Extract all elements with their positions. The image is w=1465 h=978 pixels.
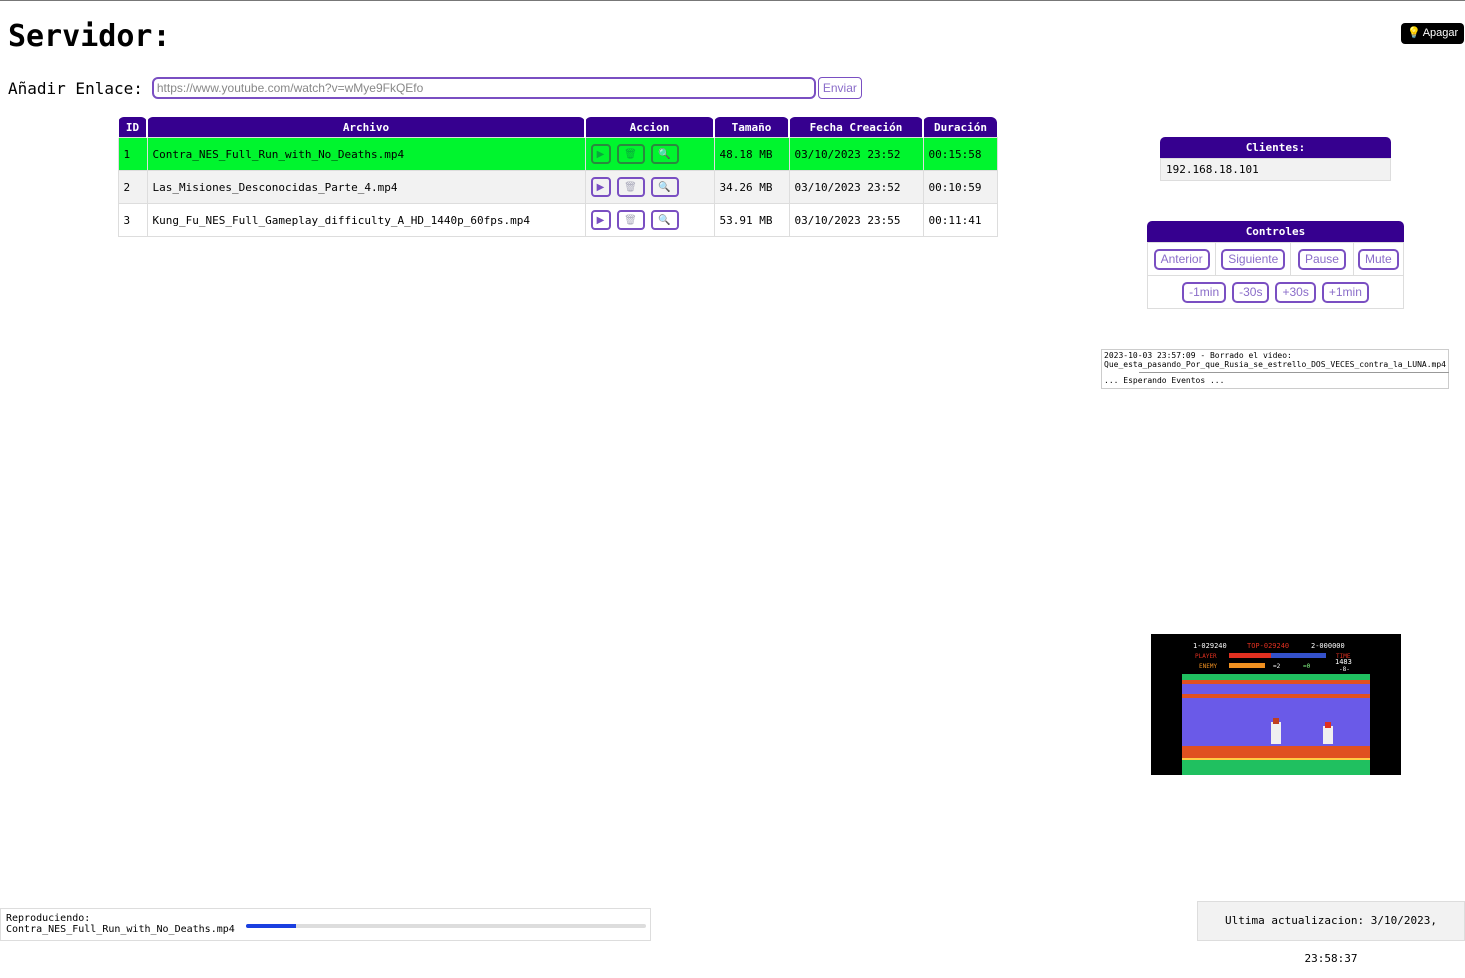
delete-button[interactable]: 🗑 xyxy=(616,177,645,197)
cell-id: 1 xyxy=(117,137,148,171)
hud-player-label: PLAYER xyxy=(1195,653,1217,660)
log-entry-line: Que_esta_pasando_Por_que_Rusia_se_estrel… xyxy=(1104,360,1446,369)
cell-size: 48.18 MB xyxy=(713,137,790,171)
now-playing-label: Reproduciendo: xyxy=(6,913,91,924)
delete-button[interactable]: 🗑 xyxy=(616,144,645,164)
client-item: 192.168.18.101 xyxy=(1160,158,1391,181)
play-icon: ▶ xyxy=(596,148,605,160)
table-row[interactable]: 3 Kung_Fu_NES_Full_Gameplay_difficulty_A… xyxy=(117,203,998,237)
col-header-created[interactable]: Fecha Creación xyxy=(788,117,923,138)
now-playing-text: Reproduciendo: Contra_NES_Full_Run_with_… xyxy=(6,913,235,935)
files-table: ID Archivo Accion Tamaño Fecha Creación … xyxy=(117,117,998,237)
play-button[interactable]: ▶ xyxy=(590,210,611,230)
log-waiting: ... Esperando Eventos ... xyxy=(1104,376,1225,385)
add-link-label: Añadir Enlace: xyxy=(8,78,143,98)
next-button[interactable]: Siguiente xyxy=(1221,248,1286,270)
seek-forward-30s-button[interactable]: +30s xyxy=(1275,281,1316,303)
cell-actions: ▶ 🗑 🔍 xyxy=(584,137,715,171)
magnifier-icon: 🔍 xyxy=(658,214,671,226)
cell-actions: ▶ 🗑 🔍 xyxy=(584,170,715,204)
controls-row-playback: Anterior Siguiente Pause Mute xyxy=(1147,242,1404,276)
clients-panel: Clientes: 192.168.18.101 xyxy=(1160,137,1391,181)
play-icon: ▶ xyxy=(596,181,605,193)
col-header-file[interactable]: Archivo xyxy=(146,117,585,138)
hud-enemy-label: ENEMY xyxy=(1199,663,1217,670)
cell-created: 03/10/2023 23:55 xyxy=(788,203,924,237)
send-button[interactable]: Enviar xyxy=(817,77,862,99)
link-input[interactable] xyxy=(151,77,816,99)
table-row[interactable]: 2 Las_Misiones_Desconocidas_Parte_4.mp4 … xyxy=(117,170,998,204)
playback-progress[interactable] xyxy=(246,924,646,928)
search-button[interactable]: 🔍 xyxy=(650,210,679,230)
hud-dragons: =0 xyxy=(1303,663,1311,670)
search-button[interactable]: 🔍 xyxy=(650,177,679,197)
cell-created: 03/10/2023 23:52 xyxy=(788,137,924,171)
power-off-label: Apagar xyxy=(1422,27,1459,39)
magnifier-icon: 🔍 xyxy=(658,181,671,193)
previous-button[interactable]: Anterior xyxy=(1153,248,1210,270)
cell-file: Las_Misiones_Desconocidas_Parte_4.mp4 xyxy=(146,170,586,204)
search-button[interactable]: 🔍 xyxy=(650,144,679,164)
seek-back-30s-button[interactable]: -30s xyxy=(1232,281,1270,303)
cell-actions: ▶ 🗑 🔍 xyxy=(584,203,715,237)
trash-icon: 🗑 xyxy=(624,148,637,160)
hud-top-score: TOP-029240 xyxy=(1247,642,1289,650)
playback-progress-fill xyxy=(246,924,296,928)
log-separator xyxy=(1139,372,1449,373)
page-title: Servidor: xyxy=(8,19,171,54)
seek-back-1min-button[interactable]: -1min xyxy=(1182,281,1227,303)
delete-button[interactable]: 🗑 xyxy=(616,210,645,230)
play-icon: ▶ xyxy=(596,214,605,226)
trash-icon: 🗑 xyxy=(624,214,637,226)
cell-duration: 00:10:59 xyxy=(922,170,998,204)
event-log: 2023-10-03 23:57:09 - Borrado el video: … xyxy=(1101,349,1449,389)
controls-title: Controles xyxy=(1147,221,1404,242)
seek-forward-1min-button[interactable]: +1min xyxy=(1321,281,1369,303)
col-header-action[interactable]: Accion xyxy=(584,117,714,138)
power-off-button[interactable]: 💡 Apagar xyxy=(1401,23,1465,44)
lightbulb-icon: 💡 xyxy=(1407,27,1421,39)
video-preview: 1-029240 TOP-029240 2-000000 PLAYER ENEM… xyxy=(1151,634,1401,775)
cell-duration: 00:15:58 xyxy=(922,137,998,171)
now-playing-file: Contra_NES_Full_Run_with_No_Deaths.mp4 xyxy=(6,924,235,935)
clients-title: Clientes: xyxy=(1160,137,1391,158)
cell-file: Contra_NES_Full_Run_with_No_Deaths.mp4 xyxy=(146,137,586,171)
cell-created: 03/10/2023 23:52 xyxy=(788,170,924,204)
table-row[interactable]: 1 Contra_NES_Full_Run_with_No_Deaths.mp4… xyxy=(117,137,998,171)
controls-panel: Controles Anterior Siguiente Pause Mute … xyxy=(1147,221,1404,309)
cell-size: 34.26 MB xyxy=(713,170,790,204)
trash-icon: 🗑 xyxy=(624,181,637,193)
col-header-duration[interactable]: Duración xyxy=(922,117,997,138)
add-link-form: Añadir Enlace: Enviar xyxy=(8,77,862,99)
play-button[interactable]: ▶ xyxy=(590,144,611,164)
last-update-status: Ultima actualizacion: 3/10/2023, 23:58:3… xyxy=(1197,901,1465,965)
cell-file: Kung_Fu_NES_Full_Gameplay_difficulty_A_H… xyxy=(146,203,586,237)
hud-lives: =2 xyxy=(1273,663,1281,670)
cell-id: 2 xyxy=(117,170,148,204)
now-playing-bar: Reproduciendo: Contra_NES_Full_Run_with_… xyxy=(0,908,651,941)
magnifier-icon: 🔍 xyxy=(658,148,671,160)
hud-time-value: 1483 xyxy=(1335,658,1352,666)
play-button[interactable]: ▶ xyxy=(590,177,611,197)
controls-row-seek: -1min -30s +30s +1min xyxy=(1147,276,1404,309)
log-entry-line: 2023-10-03 23:57:09 - Borrado el video: xyxy=(1104,351,1292,360)
pause-button[interactable]: Pause xyxy=(1297,248,1346,270)
hud-floor: -8- xyxy=(1339,666,1350,673)
kung-fu-game-frame: 1-029240 TOP-029240 2-000000 PLAYER ENEM… xyxy=(1151,634,1401,775)
mute-button[interactable]: Mute xyxy=(1357,248,1399,270)
hud-p1-score: 1-029240 xyxy=(1193,642,1227,650)
cell-size: 53.91 MB xyxy=(713,203,790,237)
col-header-size[interactable]: Tamaño xyxy=(713,117,789,138)
cell-duration: 00:11:41 xyxy=(922,203,998,237)
hud-p2-score: 2-000000 xyxy=(1311,642,1345,650)
col-header-id[interactable]: ID xyxy=(117,117,147,138)
cell-id: 3 xyxy=(117,203,148,237)
